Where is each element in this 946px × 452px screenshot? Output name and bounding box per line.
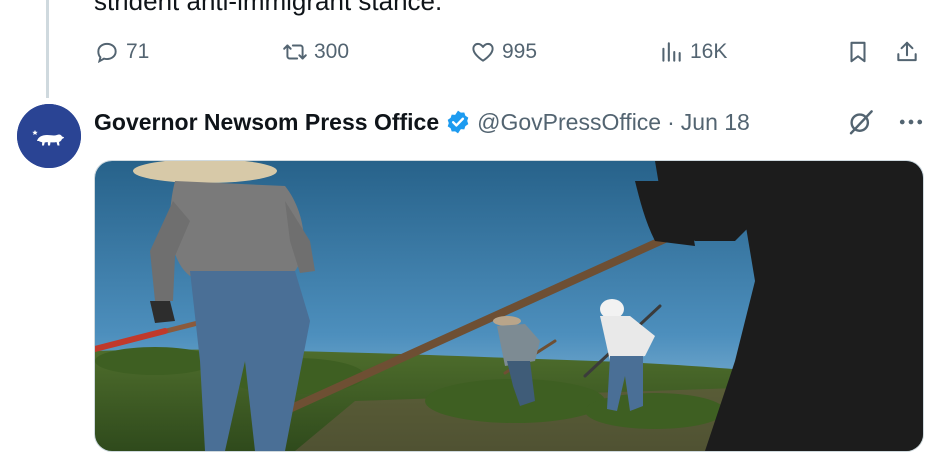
views-icon (662, 42, 681, 62)
previous-tweet-text: strident anti-immigrant stance. (94, 0, 443, 16)
user-handle[interactable]: @GovPressOffice (477, 109, 661, 136)
grok-icon[interactable] (846, 107, 876, 137)
retweet-button[interactable]: 300 (282, 36, 349, 68)
verified-badge-icon[interactable] (445, 109, 471, 135)
header-separator: · (667, 108, 675, 135)
reply-button[interactable]: 71 (94, 36, 149, 68)
california-bear-logo (17, 104, 81, 168)
retweet-count: 300 (314, 40, 350, 63)
tweet-date[interactable]: Jun 18 (681, 109, 750, 136)
reply-count: 71 (126, 40, 150, 63)
tweet-header: Governor Newsom Press Office @GovPressOf… (94, 104, 926, 140)
retweet-icon (283, 44, 307, 60)
tweet-media-photo[interactable] (94, 160, 924, 452)
share-button[interactable] (894, 36, 920, 68)
bookmark-icon (850, 41, 866, 63)
bookmark-button[interactable] (845, 36, 871, 68)
reply-icon (97, 42, 117, 64)
views-button[interactable]: 16K (658, 36, 727, 68)
tweet-action-bar: 71 300 995 16K (0, 36, 946, 68)
farmworkers-photo (95, 161, 923, 451)
like-icon (472, 42, 494, 62)
share-icon (897, 41, 917, 62)
views-count: 16K (690, 40, 728, 63)
more-icon[interactable] (896, 107, 926, 137)
like-button[interactable]: 995 (470, 36, 537, 68)
avatar[interactable] (17, 104, 81, 168)
display-name[interactable]: Governor Newsom Press Office (94, 109, 439, 136)
like-count: 995 (502, 40, 538, 63)
